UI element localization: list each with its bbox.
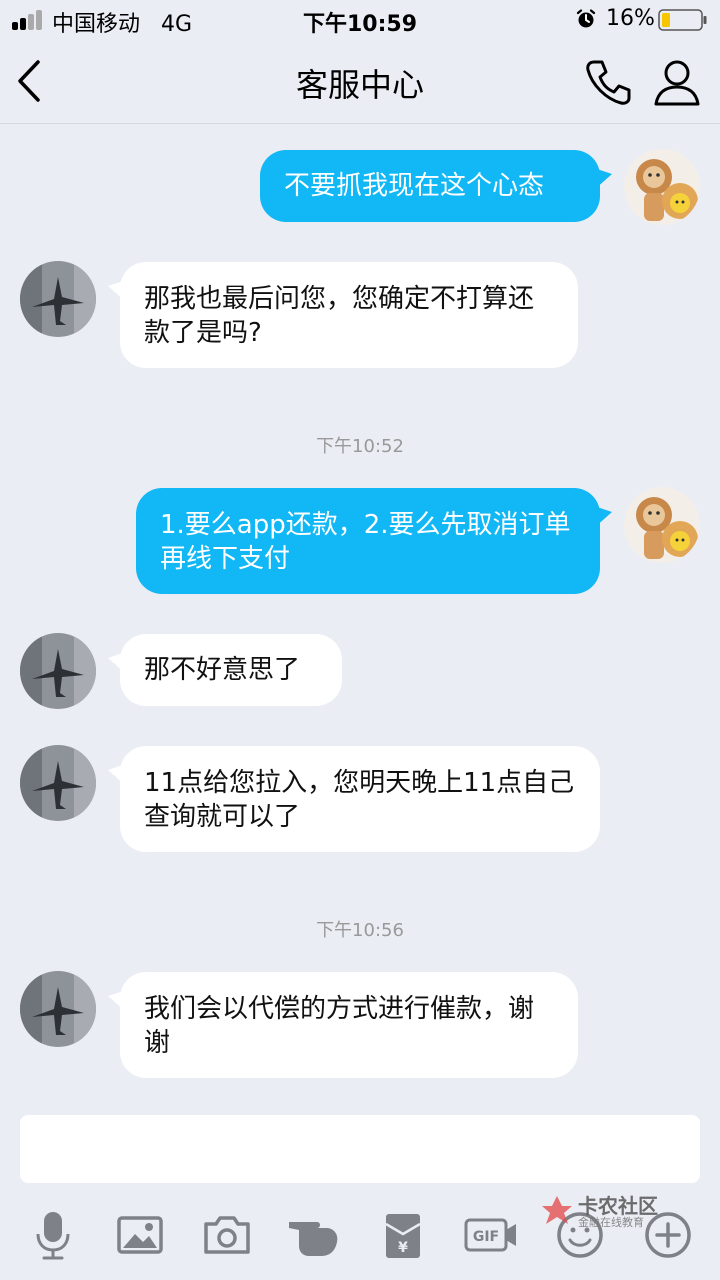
message-text: 1.要么app还款，2.要么先取消订单再线下支付 (160, 510, 571, 574)
my-avatar[interactable] (624, 487, 700, 563)
red-packet-icon[interactable]: ¥ (376, 1208, 430, 1262)
agent-avatar[interactable] (20, 633, 96, 709)
my-avatar[interactable] (624, 149, 700, 225)
message-input[interactable] (20, 1115, 700, 1183)
chat-header: 客服中心 (0, 40, 720, 124)
agent-avatar[interactable] (20, 971, 96, 1047)
incoming-message[interactable]: 我们会以代偿的方式进行催款，谢谢 (108, 972, 578, 1078)
gif-icon[interactable]: GIF (462, 1208, 520, 1262)
outgoing-message[interactable]: 1.要么app还款，2.要么先取消订单再线下支付 (136, 488, 612, 594)
outgoing-message[interactable]: 不要抓我现在这个心态 (260, 150, 612, 222)
agent-avatar[interactable] (20, 745, 96, 821)
message-text: 不要抓我现在这个心态 (284, 171, 545, 201)
poke-hand-icon[interactable] (287, 1208, 341, 1262)
watermark-subtitle: 金融在线教育 (578, 1216, 644, 1229)
message-text: 我们会以代偿的方式进行催款，谢谢 (144, 994, 535, 1058)
battery-percent: 16% (606, 6, 655, 31)
camera-icon[interactable] (200, 1208, 254, 1262)
message-text: 那不好意思了 (144, 655, 301, 685)
image-icon[interactable] (113, 1208, 167, 1262)
incoming-message[interactable]: 那我也最后问您，您确定不打算还款了是吗? (108, 262, 578, 368)
phone-icon[interactable] (582, 56, 634, 108)
agent-avatar[interactable] (20, 261, 96, 337)
watermark-logo-icon (542, 1196, 572, 1224)
status-bar: 中国移动 4G 下午10:59 16% (0, 0, 720, 40)
user-icon[interactable] (652, 56, 702, 108)
svg-text:¥: ¥ (398, 1240, 408, 1256)
message-text: 那我也最后问您，您确定不打算还款了是吗? (144, 284, 535, 348)
message-text: 11点给您拉入，您明天晚上11点自己查询就可以了 (144, 768, 575, 832)
incoming-message[interactable]: 那不好意思了 (108, 634, 342, 706)
alarm-icon (576, 9, 596, 28)
microphone-icon[interactable] (26, 1208, 80, 1262)
time-divider: 下午10:56 (316, 920, 404, 941)
time-divider: 下午10:52 (316, 436, 404, 457)
battery-icon (658, 9, 707, 31)
watermark: 卡农社区 金融在线教育 (540, 1190, 670, 1234)
svg-text:GIF: GIF (473, 1229, 499, 1245)
incoming-message[interactable]: 11点给您拉入，您明天晚上11点自己查询就可以了 (108, 746, 600, 852)
